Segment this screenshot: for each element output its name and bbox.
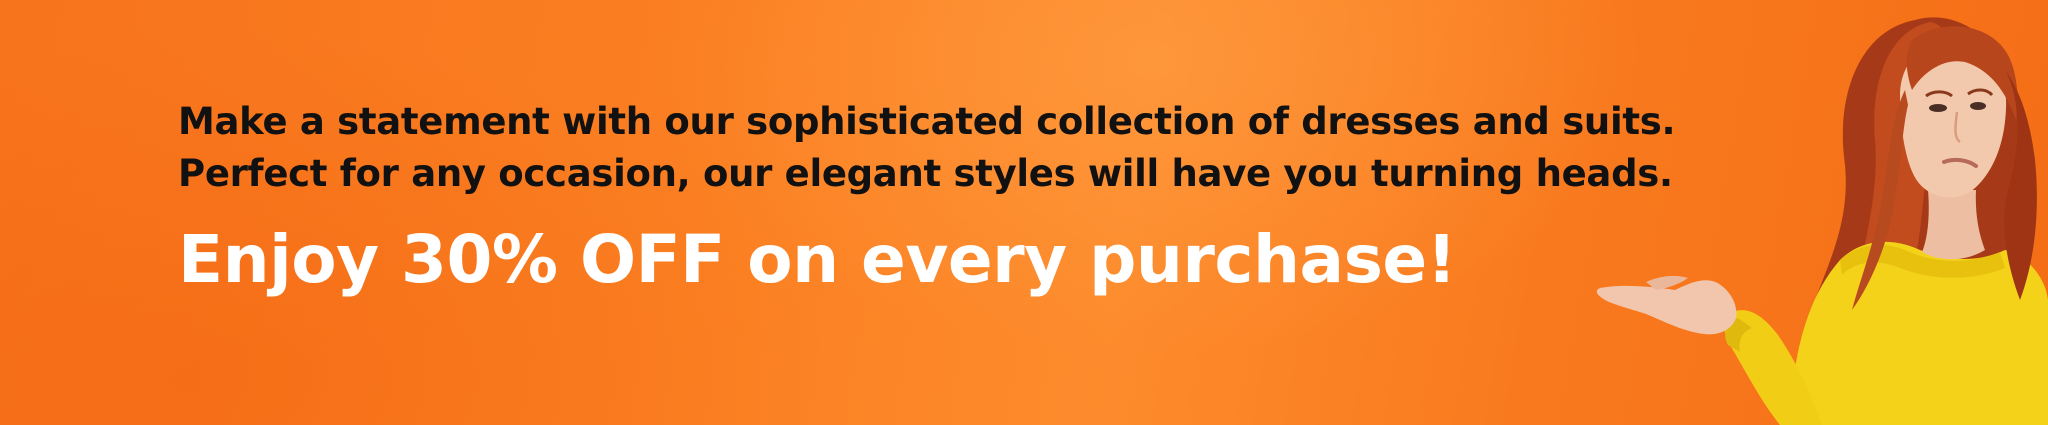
model-image — [1460, 0, 2048, 425]
tagline-line-2: Perfect for any occasion, our elegant st… — [178, 152, 1673, 195]
promo-copy: Make a statement with our sophisticated … — [178, 96, 1676, 302]
discount-offer: Enjoy 30% OFF on every purchase! — [178, 221, 1457, 298]
woman-presenting-illustration — [1596, 17, 2048, 425]
tagline-line-1: Make a statement with our sophisticated … — [178, 100, 1676, 143]
promo-banner: Make a statement with our sophisticated … — [0, 0, 2048, 425]
